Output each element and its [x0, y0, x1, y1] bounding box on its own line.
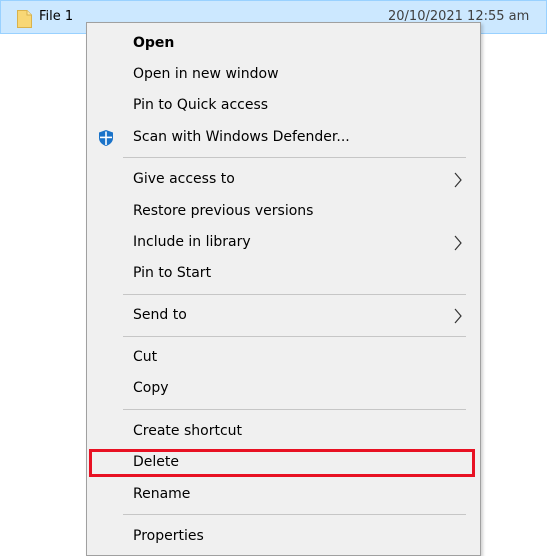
menu-item-label: Properties: [133, 528, 204, 544]
menu-item-open[interactable]: Open: [87, 30, 480, 58]
menu-item-label: Restore previous versions: [133, 203, 314, 219]
context-menu: Open Open in new window Pin to Quick acc…: [86, 22, 481, 556]
menu-item-create-shortcut[interactable]: Create shortcut: [87, 418, 480, 446]
menu-item-properties[interactable]: Properties: [87, 523, 480, 551]
menu-item-pin-to-quick-access[interactable]: Pin to Quick access: [87, 92, 480, 120]
menu-item-label: Send to: [133, 307, 187, 323]
menu-item-label: Delete: [133, 454, 179, 470]
chevron-right-icon: [453, 172, 463, 188]
explorer-view: File 1 20/10/2021 12:55 am Open Open in …: [0, 0, 547, 556]
folder-icon: [17, 10, 32, 28]
menu-item-label: Cut: [133, 349, 158, 365]
menu-separator: [123, 409, 466, 410]
menu-separator: [123, 294, 466, 295]
menu-item-give-access-to[interactable]: Give access to: [87, 166, 480, 194]
menu-item-rename[interactable]: Rename: [87, 481, 480, 509]
menu-item-label: Create shortcut: [133, 423, 243, 439]
chevron-right-icon: [453, 308, 463, 324]
menu-item-send-to[interactable]: Send to: [87, 302, 480, 330]
menu-item-scan-with-windows-defender[interactable]: Scan with Windows Defender...: [87, 124, 480, 152]
menu-item-label: Include in library: [133, 234, 251, 250]
menu-item-label: Rename: [133, 486, 191, 502]
menu-separator: [123, 336, 466, 337]
menu-item-label: Pin to Start: [133, 265, 212, 281]
menu-item-label: Open in new window: [133, 66, 279, 82]
menu-item-include-in-library[interactable]: Include in library: [87, 229, 480, 257]
menu-item-label: Pin to Quick access: [133, 97, 269, 113]
menu-item-label: Give access to: [133, 171, 235, 187]
menu-item-open-in-new-window[interactable]: Open in new window: [87, 61, 480, 89]
menu-separator: [123, 157, 466, 158]
file-name[interactable]: File 1: [39, 9, 73, 24]
menu-item-pin-to-start[interactable]: Pin to Start: [87, 260, 480, 288]
menu-item-cut[interactable]: Cut: [87, 344, 480, 372]
menu-item-label: Open: [133, 35, 175, 51]
menu-item-label: Copy: [133, 380, 169, 396]
menu-item-delete[interactable]: Delete: [87, 449, 480, 477]
chevron-right-icon: [453, 235, 463, 251]
menu-separator: [123, 514, 466, 515]
menu-item-copy[interactable]: Copy: [87, 375, 480, 403]
menu-item-label: Scan with Windows Defender...: [133, 129, 350, 145]
menu-item-restore-previous-versions[interactable]: Restore previous versions: [87, 198, 480, 226]
windows-defender-icon: [97, 129, 115, 147]
